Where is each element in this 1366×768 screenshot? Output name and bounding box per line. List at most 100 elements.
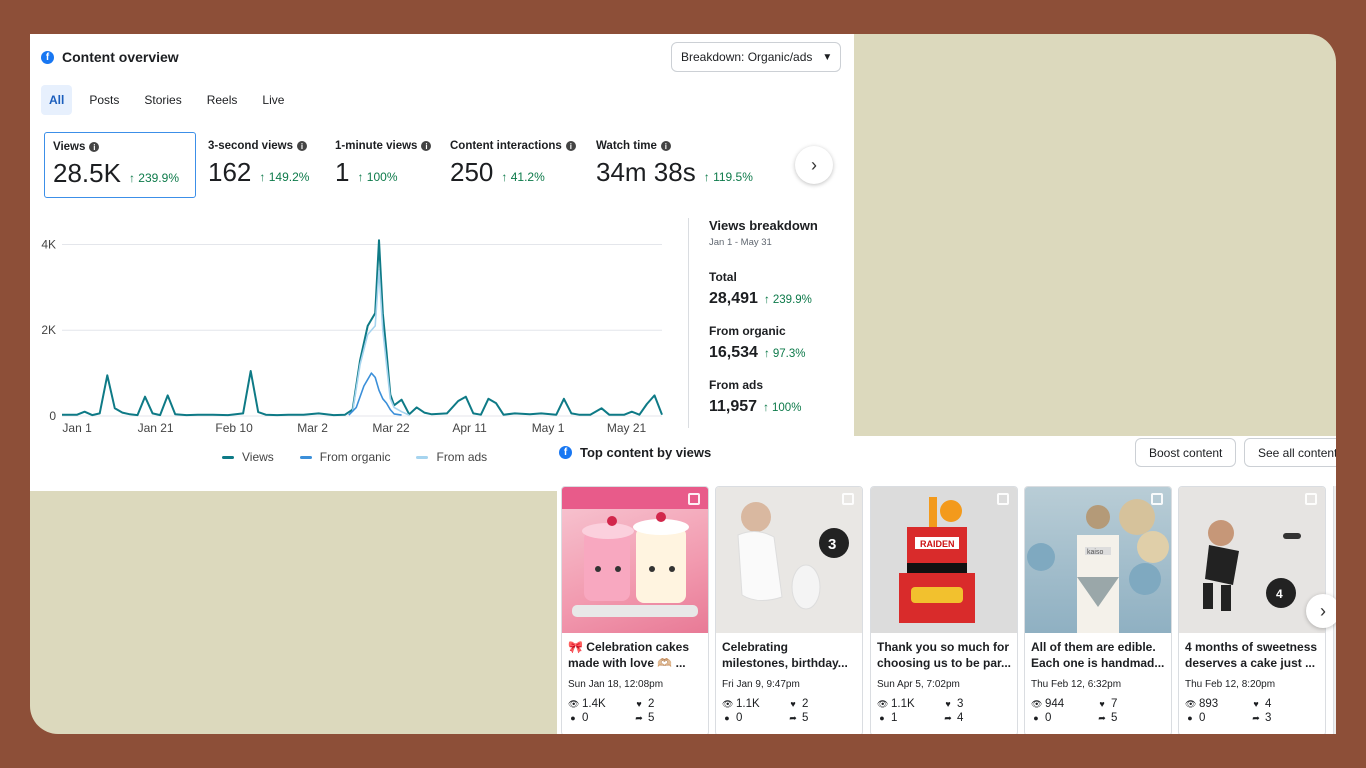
metrics-next-button[interactable]: › [795,146,833,184]
post-thumbnail[interactable]: RAIDEN [871,487,1017,633]
metric-change: ↑ 100% [357,170,398,184]
x-tick-label: Feb 10 [215,421,253,435]
post-likes: 3 [957,698,964,710]
post-date: Thu Feb 12, 6:32pm [1031,679,1122,690]
svg-text:3: 3 [828,536,836,553]
metric-content-interactions[interactable]: Content interactions i 250 ↑ 41.2% [442,132,588,198]
comment-icon: ● [724,713,730,723]
top-content-title-text: Top content by views [580,445,712,460]
breakdown-label: From ads [709,378,764,392]
post-thumbnail[interactable] [562,487,708,633]
tab-all[interactable]: All [41,85,73,115]
boost-content-button[interactable]: Boost content [1135,438,1237,467]
tab-stories[interactable]: Stories [136,85,189,115]
post-date: Sun Apr 5, 7:02pm [877,679,960,690]
post-thumbnail[interactable]: kaiso [1025,487,1171,633]
info-icon[interactable]: i [565,141,576,151]
post-date: Sun Jan 18, 12:08pm [568,679,664,690]
post-stats: 👁 1.1K ♥ 3 ● 1 ➦ 4 [871,690,1017,724]
metric-label: Content interactions [450,140,562,152]
post-likes: 4 [1265,698,1272,710]
post-caption: Thank you so much for choosing us to be … [877,640,1012,670]
x-tick-label: Jan 21 [138,421,174,435]
x-tick-label: May 21 [607,421,647,435]
post-views: 944 [1045,698,1065,710]
breakdown-label: Total [709,270,737,284]
balloon-cake-illustration: kaiso [1027,499,1169,633]
metric-label: Watch time [596,140,657,152]
post-shares: 5 [1111,712,1118,724]
breakdown-change: ↑ 97.3% [763,348,806,360]
info-icon[interactable]: i [421,141,432,151]
post-card[interactable]: 3 Celebrating milestones, birthday... Fr… [715,486,863,734]
post-caption: Celebrating milestones, birthday... [722,640,848,670]
metric-value: 34m 38s [596,157,696,187]
top-content-title: f Top content by views [559,445,711,460]
views-breakdown-panel: Views breakdown Jan 1 - May 31 Total 28,… [709,218,837,416]
metric-1-minute-views[interactable]: 1-minute views i 1 ↑ 100% [327,132,441,198]
legend-views[interactable]: Views [222,450,274,464]
legend-swatch [299,455,312,459]
posts-next-button[interactable]: › [1306,594,1336,628]
heart-icon: ♥ [1099,699,1105,709]
metric-value: 28.5K [53,158,121,188]
post-likes: 7 [1111,698,1118,710]
post-thumbnail[interactable]: 3 [716,487,862,633]
post-card[interactable]: 🎀 Celebration cakes made with love 🫶🏼 ..… [561,486,709,734]
tab-reels[interactable]: Reels [199,85,246,115]
breakdown-organic: From organic 16,534 ↑ 97.3% [709,324,837,362]
post-thumbnail[interactable]: 4 [1179,487,1325,633]
eye-icon: 👁 [877,698,889,709]
metric-change: ↑ 41.2% [501,170,545,184]
breakdown-value: 11,957 [709,398,758,415]
comment-icon: ● [570,713,576,723]
x-tick-label: Mar 2 [297,421,328,435]
share-icon: ➦ [789,712,797,723]
post-date: Thu Feb 12, 8:20pm [1185,679,1276,690]
y-tick-label: 0 [49,409,56,423]
legend-swatch [222,455,234,459]
legend-swatch [416,455,429,459]
breakdown-value: 28,491 [709,290,758,307]
see-all-content-button[interactable]: See all content [1244,438,1336,467]
post-card[interactable]: RAIDEN Thank you so much for choosing us… [870,486,1018,734]
post-date: Fri Jan 9, 9:47pm [722,679,800,690]
legend-from-ads[interactable]: From ads [416,450,487,464]
post-caption: All of them are edible. Each one is hand… [1031,640,1165,670]
tab-live[interactable]: Live [254,85,292,115]
metric-value: 250 [450,157,494,187]
post-stats: 👁 944 ♥ 7 ● 0 ➦ 5 [1025,690,1171,724]
metric-watch-time[interactable]: Watch time i 34m 38s ↑ 119.5% [588,132,778,198]
breakdown-dropdown[interactable]: Breakdown: Organic/ads ▼ [671,42,841,72]
metric-value: 1 [335,157,350,187]
baby-photo-illustration: 3 [737,502,849,610]
cake-illustration [562,487,708,617]
info-icon[interactable]: i [297,141,308,151]
overview-title: f Content overview [41,49,179,65]
multi-photo-icon [1151,493,1163,505]
post-shares: 5 [802,712,809,724]
breakdown-ads: From ads 11,957 ↑ 100% [709,378,837,416]
multi-photo-icon [1305,493,1317,505]
post-comments: 0 [1045,712,1052,724]
eye-icon: 👁 [568,698,580,709]
post-card[interactable]: kaiso All of them are edible. Each one i… [1024,486,1172,734]
post-shares: 5 [648,712,655,724]
svg-text:4: 4 [1276,587,1283,601]
metric-label: 3-second views [208,140,294,152]
breakdown-title: Views breakdown [709,218,818,233]
comment-icon: ● [1033,713,1039,723]
multi-photo-icon [842,493,854,505]
baby-photo-illustration: 4 [1203,520,1301,611]
metric-3-second-views[interactable]: 3-second views i 162 ↑ 149.2% [200,132,324,198]
info-icon[interactable]: i [89,142,100,152]
multi-photo-icon [997,493,1009,505]
legend-from-organic[interactable]: From organic [299,450,390,464]
metric-views[interactable]: Views i 28.5K ↑ 239.9% [44,132,196,198]
breakdown-label: Breakdown: Organic/ads [681,50,813,64]
post-caption: 4 months of sweetness deserves a cake ju… [1185,640,1318,670]
tab-posts[interactable]: Posts [81,85,127,115]
post-card[interactable]: 4 4 months of sweetness deserves a cake … [1178,486,1326,734]
info-icon[interactable]: i [660,141,671,151]
multi-photo-icon [688,493,700,505]
